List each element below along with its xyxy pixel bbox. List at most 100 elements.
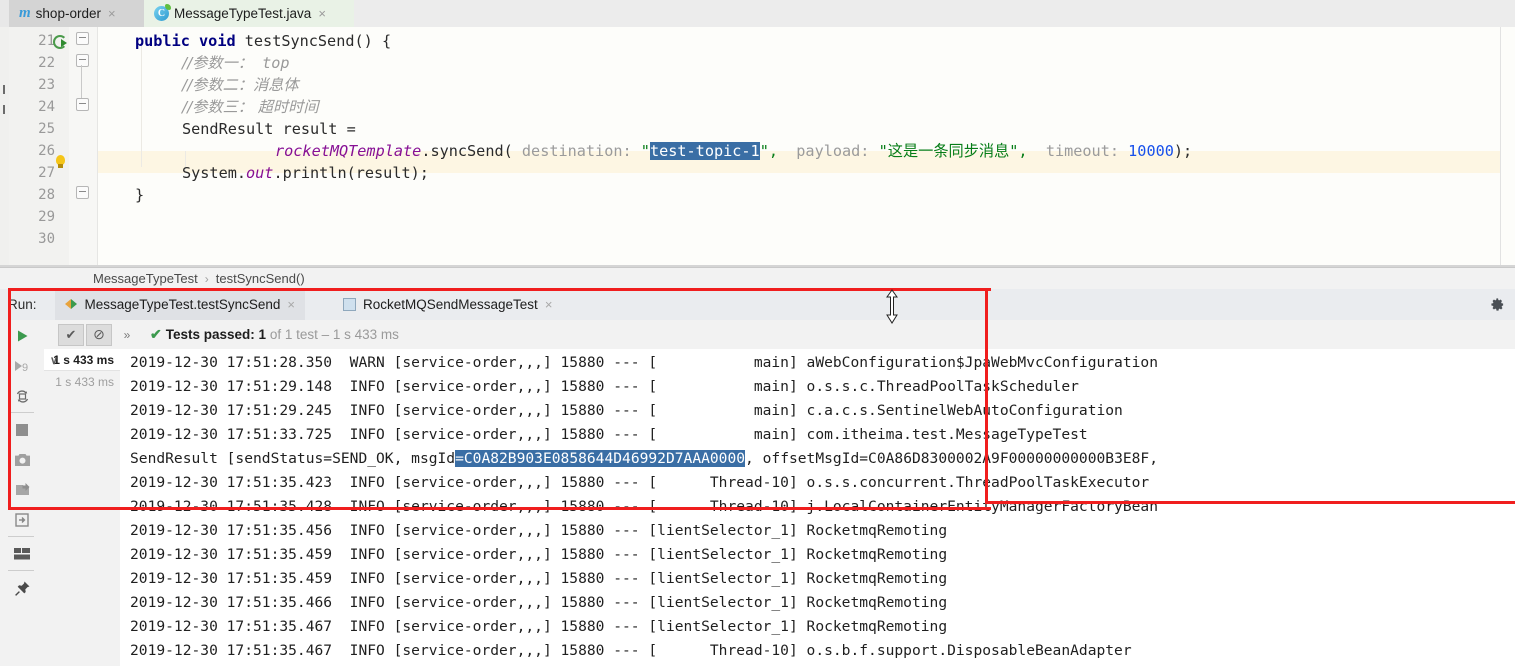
test-status-bar: ✔ ⊘ » ✔ Tests passed: 1 of 1 test – 1 s 4… [44,320,1515,350]
test-tree[interactable]: ∨ 1 s 433 ms 1 s 433 ms [44,349,121,666]
method-call-syncsend: .syncSend( [421,142,513,160]
line-number: 24 [38,99,55,115]
console-line: 2019-12-30 17:51:35.467 INFO [service-or… [130,642,1132,659]
stop-button[interactable] [8,416,36,444]
selected-topic-literal: test-topic-1 [649,142,760,160]
call-end: ); [1173,142,1193,160]
code-line-25: SendResult result = [182,120,356,138]
close-icon[interactable]: × [108,6,116,21]
pin-tab-button[interactable] [8,574,36,602]
toggle-auto-test-button[interactable] [8,382,36,410]
breadcrumb: MessageTypeTest › testSyncSend() [0,267,1515,289]
comment-italic-top: top [262,54,290,72]
param-hint-destination: destination: [521,142,632,160]
show-passed-toggle[interactable]: ✔ [58,323,84,346]
quote: ", [1009,142,1028,160]
brace: { [381,32,392,50]
field-rocketmqtemplate: rocketMQTemplate [275,142,422,160]
run-tab-bar: Run: MessageTypeTest.testSyncSend × Rock… [0,289,1515,321]
rerun-failed-icon: 9 [15,361,28,374]
console-line: 2019-12-30 17:51:35.456 INFO [service-or… [130,522,948,539]
method-name: testSyncSend() [244,32,373,50]
run-tab-messagetypetest[interactable]: MessageTypeTest.testSyncSend × [54,289,305,320]
tests-passed-detail: of 1 test – 1 s 433 ms [269,327,399,342]
comment-text: //参数一： [182,54,253,72]
quote: " [878,142,888,160]
fold-marker[interactable] [76,32,89,45]
chevron-down-icon[interactable]: ∨ [50,354,58,367]
quote: ", [759,142,778,160]
console-line: 2019-12-30 17:51:35.459 INFO [service-or… [130,570,948,587]
intention-bulb-icon[interactable] [54,155,67,171]
rerun-button[interactable] [8,322,36,350]
console-line: 2019-12-30 17:51:35.466 INFO [service-or… [130,594,948,611]
export-test-results-button[interactable] [8,506,36,534]
code-line-23: //参数二：消息体 [182,76,299,94]
code-editor[interactable]: 21 22 23 24 25 26 27 28 29 30 public voi… [0,27,1515,267]
gear-icon[interactable] [1490,297,1505,312]
line-number: 28 [38,187,55,203]
println-call: .println(result); [273,164,429,182]
console-line: 2019-12-30 17:51:35.428 INFO [service-or… [130,498,1158,515]
fold-marker[interactable] [76,186,89,199]
breadcrumb-separator: › [204,271,209,286]
breadcrumb-item-class[interactable]: MessageTypeTest [93,271,198,286]
tests-passed-count: 1 [258,327,267,342]
fold-marker[interactable] [76,98,89,111]
import-tests-button[interactable] [8,476,36,504]
svg-text:9: 9 [22,362,28,374]
test-tree-child-row[interactable]: 1 s 433 ms [44,371,120,393]
console-line-sendresult: SendResult [sendStatus=SEND_OK, msgId=C0… [130,447,1158,471]
editor-tab-bar: m shop-order × MessageTypeTest.java × [0,0,1515,28]
show-ignored-toggle[interactable]: ⊘ [86,323,112,346]
code-folding-gutter[interactable] [69,27,98,267]
console-line: 2019-12-30 17:51:28.350 WARN [service-or… [130,354,1158,371]
pin-icon [14,581,29,596]
ignored-icon: ⊘ [93,326,105,342]
keyword-void: void [199,32,236,50]
run-test-method-icon[interactable] [53,34,67,49]
fold-marker[interactable] [76,54,89,67]
console-output[interactable]: 2019-12-30 17:51:28.350 WARN [service-or… [120,349,1515,666]
camera-icon [14,454,30,466]
close-icon[interactable]: × [545,297,553,312]
more-options-button[interactable]: » [114,324,140,346]
sendresult-suffix: , offsetMsgId=C0A86D8300002A9F0000000000… [745,450,1158,467]
export-snapshot-button[interactable] [8,446,36,474]
sendresult-prefix: SendResult [sendStatus=SEND_OK, msgId [130,450,456,467]
chevron-double-right-icon: » [123,327,131,342]
run-tab-rocketmqsendmessagetest[interactable]: RocketMQSendMessageTest × [333,289,562,320]
passed-check-icon: ✔ [150,326,162,342]
line-number: 22 [38,55,55,71]
test-result-summary: ✔ Tests passed: 1 of 1 test – 1 s 433 ms [150,326,399,343]
editor-tab-label: MessageTypeTest.java [174,6,312,21]
editor-tab-shop-order[interactable]: m shop-order × [9,0,144,27]
console-line: 2019-12-30 17:51:29.148 INFO [service-or… [130,378,1079,395]
keyword-public: public [135,32,190,50]
run-window-label: Run: [8,297,37,312]
timeout-literal: 10000 [1128,142,1174,160]
close-icon[interactable]: × [318,6,326,21]
quote: " [640,142,650,160]
field-out: out [246,164,274,182]
editor-error-stripe[interactable] [1500,27,1515,267]
check-icon: ✔ [65,326,77,342]
close-icon[interactable]: × [287,297,295,312]
console-line: 2019-12-30 17:51:35.423 INFO [service-or… [130,474,1150,491]
code-line-26: rocketMQTemplate.syncSend( destination: … [275,140,1192,162]
code-text-area[interactable]: public void testSyncSend() { //参数一： top … [97,27,1501,267]
editor-tab-messagetypetest[interactable]: MessageTypeTest.java × [144,0,354,27]
payload-literal: 这是一条同步消息 [887,142,1010,160]
code-line-24: //参数三： 超时时间 [182,98,319,116]
console-line: 2019-12-30 17:51:33.725 INFO [service-or… [130,426,1088,443]
line-number: 25 [38,121,55,137]
code-line-21: public void testSyncSend() { [135,30,391,52]
layout-settings-button[interactable] [8,540,36,568]
idea-window: m shop-order × MessageTypeTest.java × 21… [0,0,1515,666]
breadcrumb-item-method[interactable]: testSyncSend() [216,271,305,286]
sendresult-msgid-selected: =C0A82B903E0858644D46992D7AAA0000 [455,450,746,467]
export-arrow-icon [14,513,29,527]
test-tree-root-row[interactable]: ∨ 1 s 433 ms [44,349,120,371]
rerun-failed-tests-button[interactable]: 9 [8,352,36,380]
run-tab-label: MessageTypeTest.testSyncSend [84,297,281,312]
